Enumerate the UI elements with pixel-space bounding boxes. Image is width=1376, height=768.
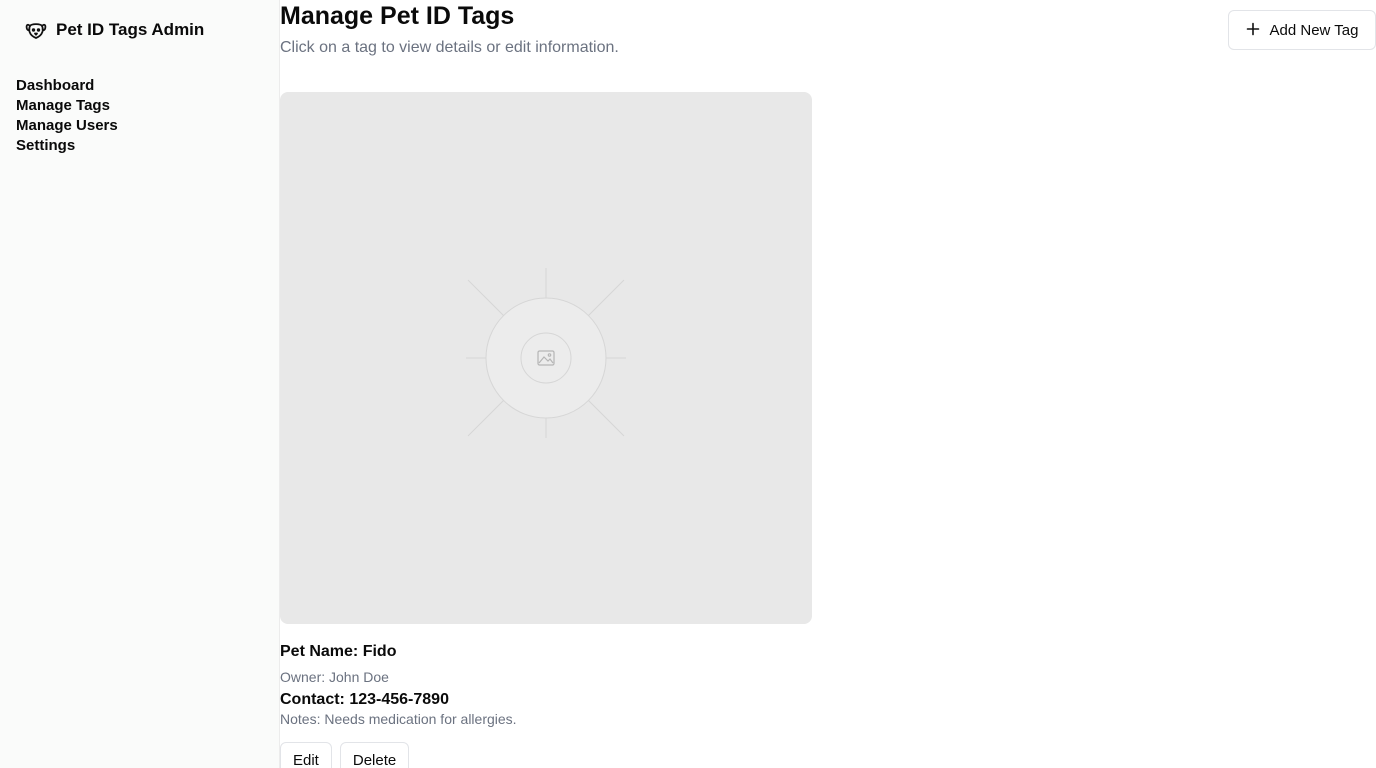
tag-actions: Edit Delete xyxy=(280,742,410,768)
tag-image-placeholder[interactable] xyxy=(280,92,812,624)
brand: Pet ID Tags Admin xyxy=(24,18,204,42)
add-new-tag-button[interactable]: Add New Tag xyxy=(1228,10,1376,50)
sidebar-item-settings[interactable]: Settings xyxy=(16,136,118,156)
image-placeholder-graphic xyxy=(466,268,626,438)
plus-icon xyxy=(1246,21,1260,39)
delete-button[interactable]: Delete xyxy=(339,742,410,768)
sidebar-nav: Dashboard Manage Tags Manage Users Setti… xyxy=(16,76,118,156)
sidebar-item-manage-users[interactable]: Manage Users xyxy=(16,116,118,136)
page-title: Manage Pet ID Tags xyxy=(280,2,515,30)
notes-text: Notes: Needs medication for allergies. xyxy=(280,711,517,727)
edit-button[interactable]: Edit xyxy=(280,742,332,768)
contact-text: Contact: 123-456-7890 xyxy=(280,691,449,708)
sidebar-item-dashboard[interactable]: Dashboard xyxy=(16,76,118,96)
app-root: Pet ID Tags Admin Dashboard Manage Tags … xyxy=(0,0,1376,768)
owner-text: Owner: John Doe xyxy=(280,669,389,685)
main-content: Manage Pet ID Tags Click on a tag to vie… xyxy=(280,0,1376,768)
pet-name: Pet Name: Fido xyxy=(280,643,397,660)
app-title: Pet ID Tags Admin xyxy=(56,20,205,39)
dog-face-icon xyxy=(24,18,48,42)
page-subtitle: Click on a tag to view details or edit i… xyxy=(280,39,619,56)
sidebar: Pet ID Tags Admin Dashboard Manage Tags … xyxy=(0,0,280,768)
sidebar-item-manage-tags[interactable]: Manage Tags xyxy=(16,96,118,116)
add-new-tag-label: Add New Tag xyxy=(1269,21,1359,39)
